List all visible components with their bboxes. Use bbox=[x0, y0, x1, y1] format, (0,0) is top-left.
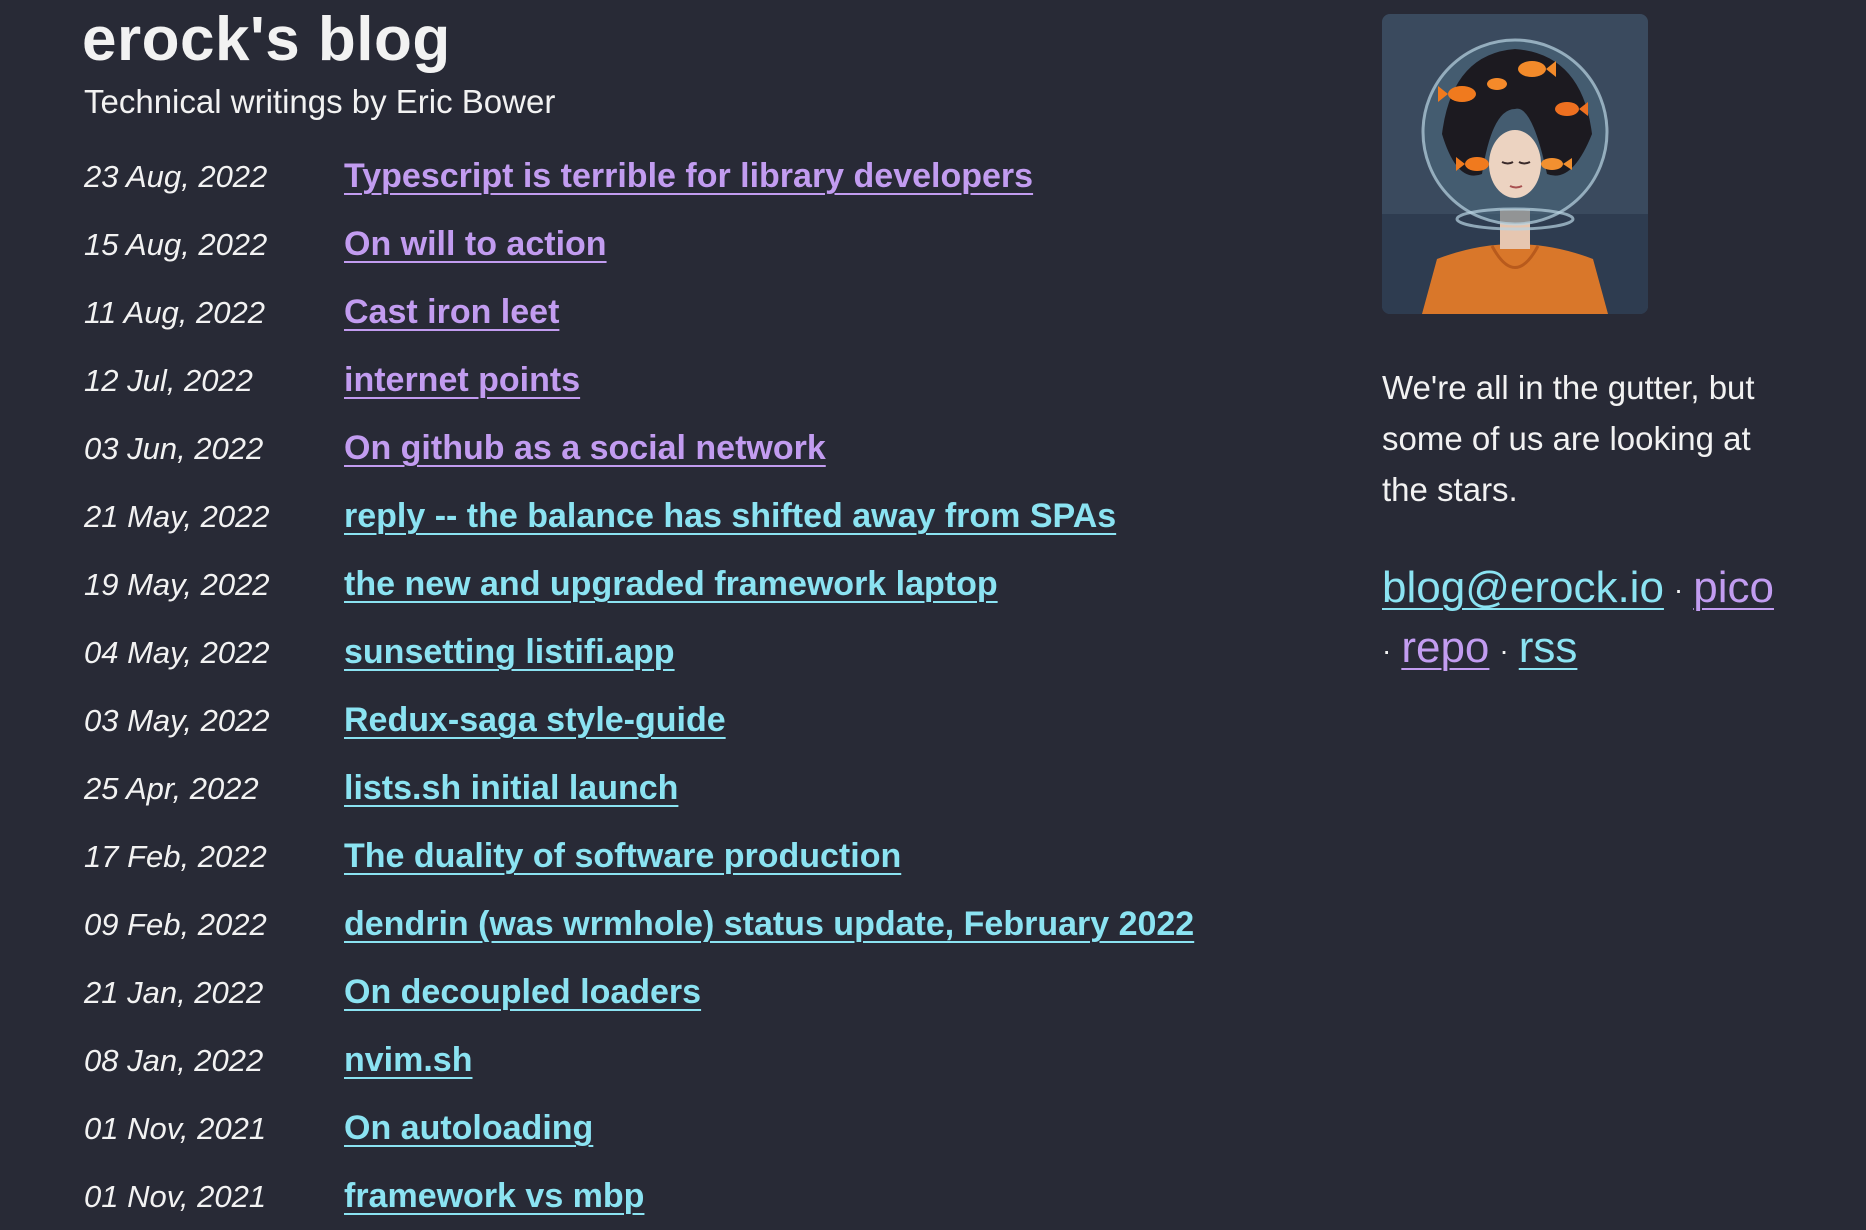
post-row: 17 Feb, 2022 The duality of software prod… bbox=[82, 822, 1332, 890]
post-row: 01 Nov, 2021 framework vs mbp bbox=[82, 1162, 1332, 1230]
post-row: 23 Aug, 2022 Typescript is terrible for l… bbox=[82, 142, 1332, 210]
post-date: 11 Aug, 2022 bbox=[84, 295, 265, 330]
post-link[interactable]: framework vs mbp bbox=[344, 1162, 644, 1230]
separator: · bbox=[1382, 634, 1392, 666]
post-link[interactable]: The duality of software production bbox=[344, 822, 901, 890]
post-date: 08 Jan, 2022 bbox=[84, 1043, 264, 1078]
post-date: 19 May, 2022 bbox=[84, 567, 270, 602]
post-link[interactable]: sunsetting listifi.app bbox=[344, 618, 675, 686]
post-link[interactable]: On github as a social network bbox=[344, 414, 826, 482]
post-link[interactable]: lists.sh initial launch bbox=[344, 754, 678, 822]
post-date: 23 Aug, 2022 bbox=[84, 159, 268, 194]
repo-link[interactable]: repo bbox=[1401, 623, 1489, 672]
post-link[interactable]: the new and upgraded framework laptop bbox=[344, 550, 998, 618]
post-link[interactable]: dendrin (was wrmhole) status update, Feb… bbox=[344, 890, 1194, 958]
rss-link[interactable]: rss bbox=[1519, 623, 1578, 672]
post-date: 12 Jul, 2022 bbox=[84, 363, 253, 398]
post-date: 09 Feb, 2022 bbox=[84, 907, 267, 942]
post-row: 11 Aug, 2022 Cast iron leet bbox=[82, 278, 1332, 346]
post-date: 21 Jan, 2022 bbox=[84, 975, 264, 1010]
post-list: 23 Aug, 2022 Typescript is terrible for l… bbox=[82, 142, 1332, 1230]
post-link[interactable]: Redux-saga style-guide bbox=[344, 686, 726, 754]
post-date: 15 Aug, 2022 bbox=[84, 227, 268, 262]
post-date: 17 Feb, 2022 bbox=[84, 839, 267, 874]
post-date: 04 May, 2022 bbox=[84, 635, 270, 670]
post-row: 19 May, 2022 the new and upgraded framewo… bbox=[82, 550, 1332, 618]
post-row: 01 Nov, 2021 On autoloading bbox=[82, 1094, 1332, 1162]
blog-title: erock's blog bbox=[82, 5, 451, 74]
post-row: 08 Jan, 2022 nvim.sh bbox=[82, 1026, 1332, 1094]
post-date: 03 May, 2022 bbox=[84, 703, 270, 738]
post-link[interactable]: On will to action bbox=[344, 210, 607, 278]
main-content: erock's blog Technical writings by Eric … bbox=[82, 0, 1332, 1230]
post-link[interactable]: nvim.sh bbox=[344, 1026, 472, 1094]
post-row: 04 May, 2022 sunsetting listifi.app bbox=[82, 618, 1332, 686]
tagline: We're all in the gutter, but some of us … bbox=[1382, 369, 1755, 508]
post-row: 21 May, 2022 reply -- the balance has shi… bbox=[82, 482, 1332, 550]
post-row: 21 Jan, 2022 On decoupled loaders bbox=[82, 958, 1332, 1026]
sidebar: We're all in the gutter, but some of us … bbox=[1382, 14, 1822, 680]
post-link[interactable]: reply -- the balance has shifted away fr… bbox=[344, 482, 1116, 550]
post-row: 03 May, 2022 Redux-saga style-guide bbox=[82, 686, 1332, 754]
post-link[interactable]: On decoupled loaders bbox=[344, 958, 701, 1026]
post-date: 01 Nov, 2021 bbox=[84, 1179, 267, 1214]
page: erock's blog Technical writings by Eric … bbox=[0, 0, 1866, 1230]
post-link[interactable]: On autoloading bbox=[344, 1094, 593, 1162]
post-row: 09 Feb, 2022 dendrin (was wrmhole) status… bbox=[82, 890, 1332, 958]
post-link[interactable]: internet points bbox=[344, 346, 580, 414]
post-date: 21 May, 2022 bbox=[84, 499, 270, 534]
post-row: 03 Jun, 2022 On github as a social networ… bbox=[82, 414, 1332, 482]
post-row: 12 Jul, 2022 internet points bbox=[82, 346, 1332, 414]
avatar-image bbox=[1382, 14, 1648, 314]
post-row: 15 Aug, 2022 On will to action bbox=[82, 210, 1332, 278]
contact-links: blog@erock.io · pico · repo · rss bbox=[1382, 559, 1802, 680]
post-date: 03 Jun, 2022 bbox=[84, 431, 264, 466]
post-link[interactable]: Cast iron leet bbox=[344, 278, 559, 346]
avatar bbox=[1382, 14, 1648, 314]
email-link[interactable]: blog@erock.io bbox=[1382, 563, 1664, 612]
blog-subtitle: Technical writings by Eric Bower bbox=[84, 83, 556, 120]
post-date: 01 Nov, 2021 bbox=[84, 1111, 267, 1146]
post-link[interactable]: Typescript is terrible for library devel… bbox=[344, 142, 1033, 210]
post-date: 25 Apr, 2022 bbox=[84, 771, 259, 806]
pico-link[interactable]: pico bbox=[1693, 563, 1774, 612]
separator: · bbox=[1499, 634, 1509, 666]
separator: · bbox=[1673, 574, 1684, 606]
post-row: 25 Apr, 2022 lists.sh initial launch bbox=[82, 754, 1332, 822]
